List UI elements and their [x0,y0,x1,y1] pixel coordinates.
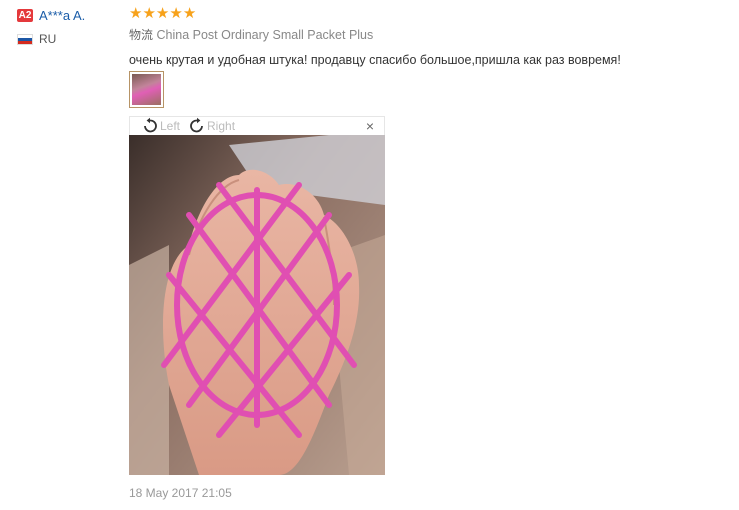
star-icon: ★ [169,4,183,22]
level-badge: A2 [17,8,33,22]
shipping-info: 物流 China Post Ordinary Small Packet Plus [129,26,729,43]
star-icon: ★ [182,4,197,22]
reviewer-name[interactable]: A***a A. [39,8,85,23]
review-body: ★ ★ ★ ★ ★ 物流 China Post Ordinary Small P… [129,5,729,68]
star-icon: ★ [129,4,143,22]
reviewer-name-row: A2 A***a A. [17,6,85,24]
rotate-right-icon [190,117,203,133]
star-rating: ★ ★ ★ ★ ★ [129,5,729,21]
rotate-right-button[interactable]: Right [188,117,235,135]
rotate-right-label: Right [207,119,236,133]
review-photo [129,135,385,475]
reviewer-country: RU [39,32,57,46]
thumbnail-image [132,74,161,105]
star-icon: ★ [155,4,170,22]
shipping-method: China Post Ordinary Small Packet Plus [156,28,374,42]
reviewer-country-row: RU [17,30,85,48]
product-photo-image [129,135,385,475]
review-photo-thumbnail[interactable] [129,71,164,108]
review-comment: очень крутая и удобная штука! продавцу с… [129,53,621,67]
rotate-left-label: Left [160,119,181,133]
russia-flag-icon [17,33,33,45]
review-date: 18 May 2017 21:05 [129,486,232,500]
rotate-left-icon [144,117,157,133]
reviewer-info: A2 A***a A. RU [17,6,85,48]
shipping-label: 物流 [129,28,154,42]
viewer-toolbar: Left Right × [129,116,385,135]
image-viewer: Left Right × [129,116,385,475]
rotate-left-button[interactable]: Left [141,117,180,135]
close-viewer-button[interactable]: × [366,118,374,134]
star-icon: ★ [142,4,156,22]
